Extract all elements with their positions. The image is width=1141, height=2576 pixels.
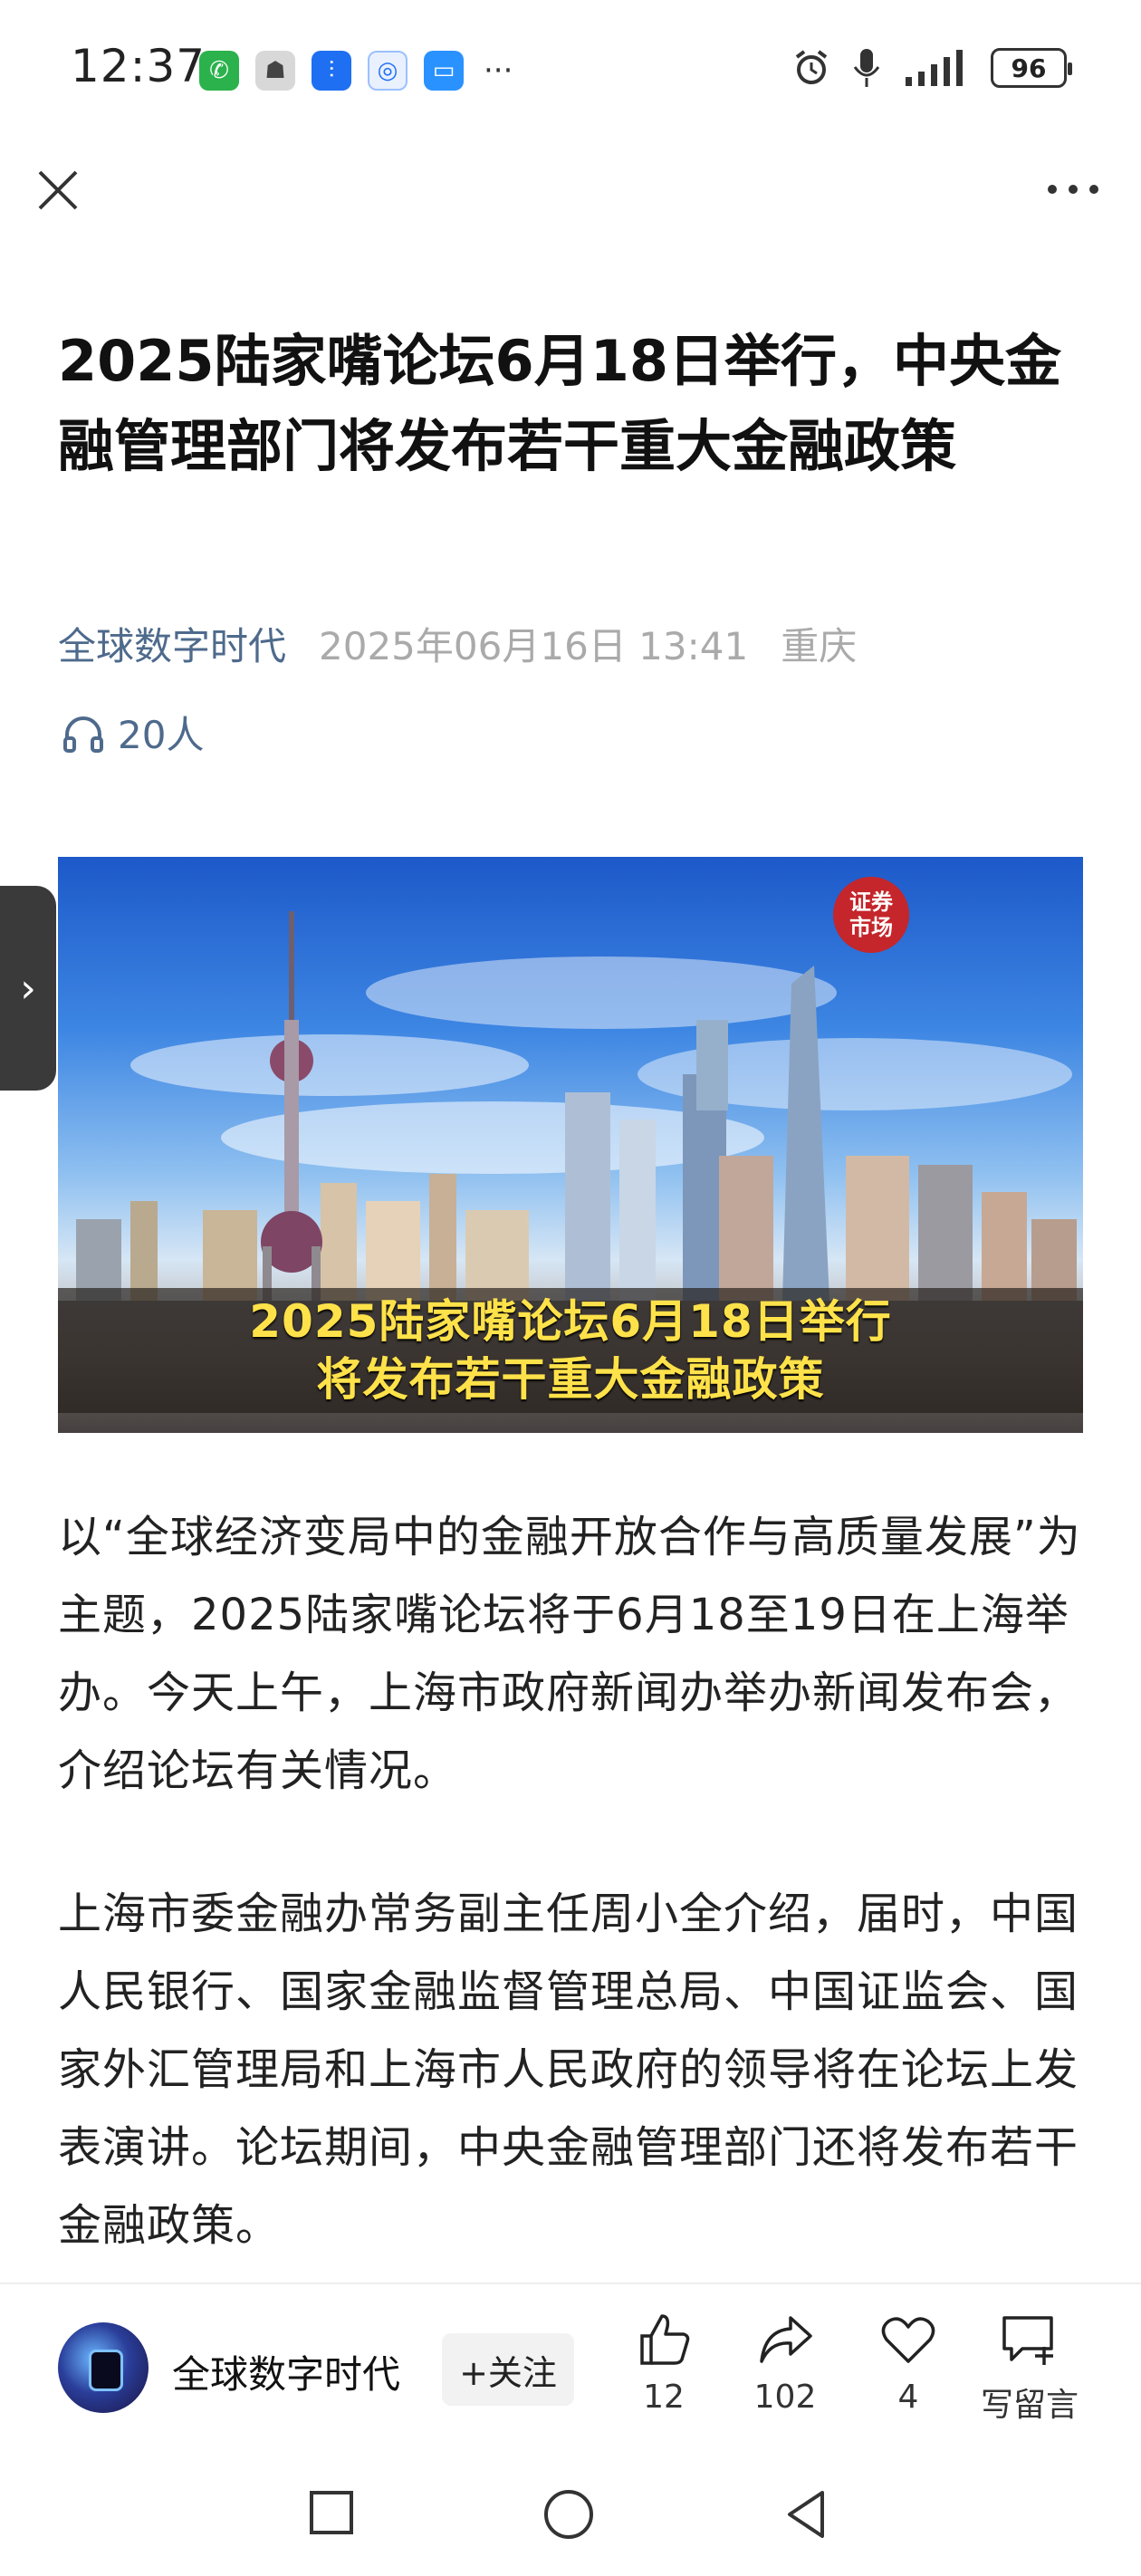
hero-caption-line1: 2025陆家嘴论坛6月18日举行 xyxy=(249,1295,892,1348)
like-button[interactable]: 12 xyxy=(605,2308,723,2416)
hero-caption: 2025陆家嘴论坛6月18日举行 将发布若干重大金融政策 xyxy=(58,1288,1083,1413)
voice-icon: ⫶ xyxy=(312,51,351,91)
more-options-button[interactable] xyxy=(1041,167,1105,212)
thumbs-up-icon xyxy=(640,2314,690,2365)
close-button[interactable] xyxy=(31,163,85,217)
recents-button[interactable] xyxy=(306,2487,357,2542)
publish-location: 重庆 xyxy=(781,624,858,668)
article-page: 12:37 ✆ ☗ ⫶ ◎ ▭ ··· 96 2025陆家嘴论坛6月18日举行，… xyxy=(0,0,1141,2576)
heart-icon xyxy=(881,2317,935,2363)
chat-icon: ▭ xyxy=(424,51,464,91)
write-comment-label: 写留言 xyxy=(980,2387,1079,2424)
follow-button[interactable]: +关注 xyxy=(442,2333,574,2406)
hero-logo-line2: 市场 xyxy=(849,914,893,940)
status-time: 12:37 xyxy=(71,40,206,92)
circle-icon xyxy=(544,2490,593,2539)
home-button[interactable] xyxy=(542,2487,596,2545)
author-link[interactable]: 全球数字时代 xyxy=(58,616,286,671)
bottom-author-name[interactable]: 全球数字时代 xyxy=(172,2344,400,2399)
comment-icon xyxy=(1002,2316,1053,2365)
article-paragraph-1: 以“全球经济变局中的金融开放合作与高质量发展”为主题，2025陆家嘴论坛将于6月… xyxy=(58,1512,1081,1796)
mic-icon xyxy=(853,49,880,87)
headphones-icon xyxy=(63,716,103,753)
status-bar: 12:37 ✆ ☗ ⫶ ◎ ▭ ··· 96 xyxy=(0,0,1141,136)
browser-icon: ◎ xyxy=(368,51,408,91)
triangle-back-icon xyxy=(788,2491,824,2538)
chevron-right-icon: › xyxy=(20,965,36,1012)
contact-icon: ☗ xyxy=(255,51,295,91)
close-icon xyxy=(38,170,78,210)
article-meta: 全球数字时代 2025年06月16日 13:41 重庆 xyxy=(58,616,857,671)
notification-icons: ✆ ☗ ⫶ ◎ ▭ ··· xyxy=(199,51,513,91)
hero-logo-badge: 证券 市场 xyxy=(833,877,909,953)
like-count: 12 xyxy=(643,2379,685,2416)
side-panel-toggle[interactable]: › xyxy=(0,886,56,1091)
hero-logo-line1: 证券 xyxy=(849,889,893,915)
system-icons: 96 xyxy=(791,47,1072,89)
author-avatar[interactable] xyxy=(58,2322,149,2413)
more-icon xyxy=(1048,185,1098,194)
hero-caption-line2: 将发布若干重大金融政策 xyxy=(316,1353,825,1406)
write-comment-button[interactable]: 写留言 xyxy=(971,2308,1088,2426)
article-paragraph-2: 上海市委金融办常务副主任周小全介绍，届时，中国人民银行、国家金融监督管理总局、中… xyxy=(58,1889,1079,2251)
publish-date: 2025年06月16日 13:41 xyxy=(319,624,749,668)
bottom-action-bar: 全球数字时代 +关注 12 102 4 写留言 xyxy=(0,2283,1141,2437)
more-notifications-icon: ··· xyxy=(484,53,513,89)
back-button[interactable] xyxy=(781,2487,831,2545)
article-title: 2025陆家嘴论坛6月18日举行，中央金融管理部门将发布若干重大金融政策 xyxy=(58,328,1061,479)
share-icon xyxy=(760,2316,812,2363)
article-hero-image[interactable]: 证券 市场 2025陆家嘴论坛6月18日举行 将发布若干重大金融政策 xyxy=(58,857,1083,1433)
listen-button[interactable]: 20人 xyxy=(62,705,204,760)
share-button[interactable]: 102 xyxy=(726,2308,844,2416)
favorite-button[interactable]: 4 xyxy=(849,2308,967,2416)
alarm-icon xyxy=(795,50,828,84)
square-icon xyxy=(310,2491,353,2534)
favorite-count: 4 xyxy=(897,2379,919,2416)
phone-icon: ✆ xyxy=(199,51,239,91)
signal-icon xyxy=(906,50,963,86)
listener-count: 20人 xyxy=(118,713,205,757)
share-count: 102 xyxy=(753,2379,817,2416)
battery-icon: 96 xyxy=(991,48,1072,88)
system-nav-bar xyxy=(0,2455,1141,2576)
